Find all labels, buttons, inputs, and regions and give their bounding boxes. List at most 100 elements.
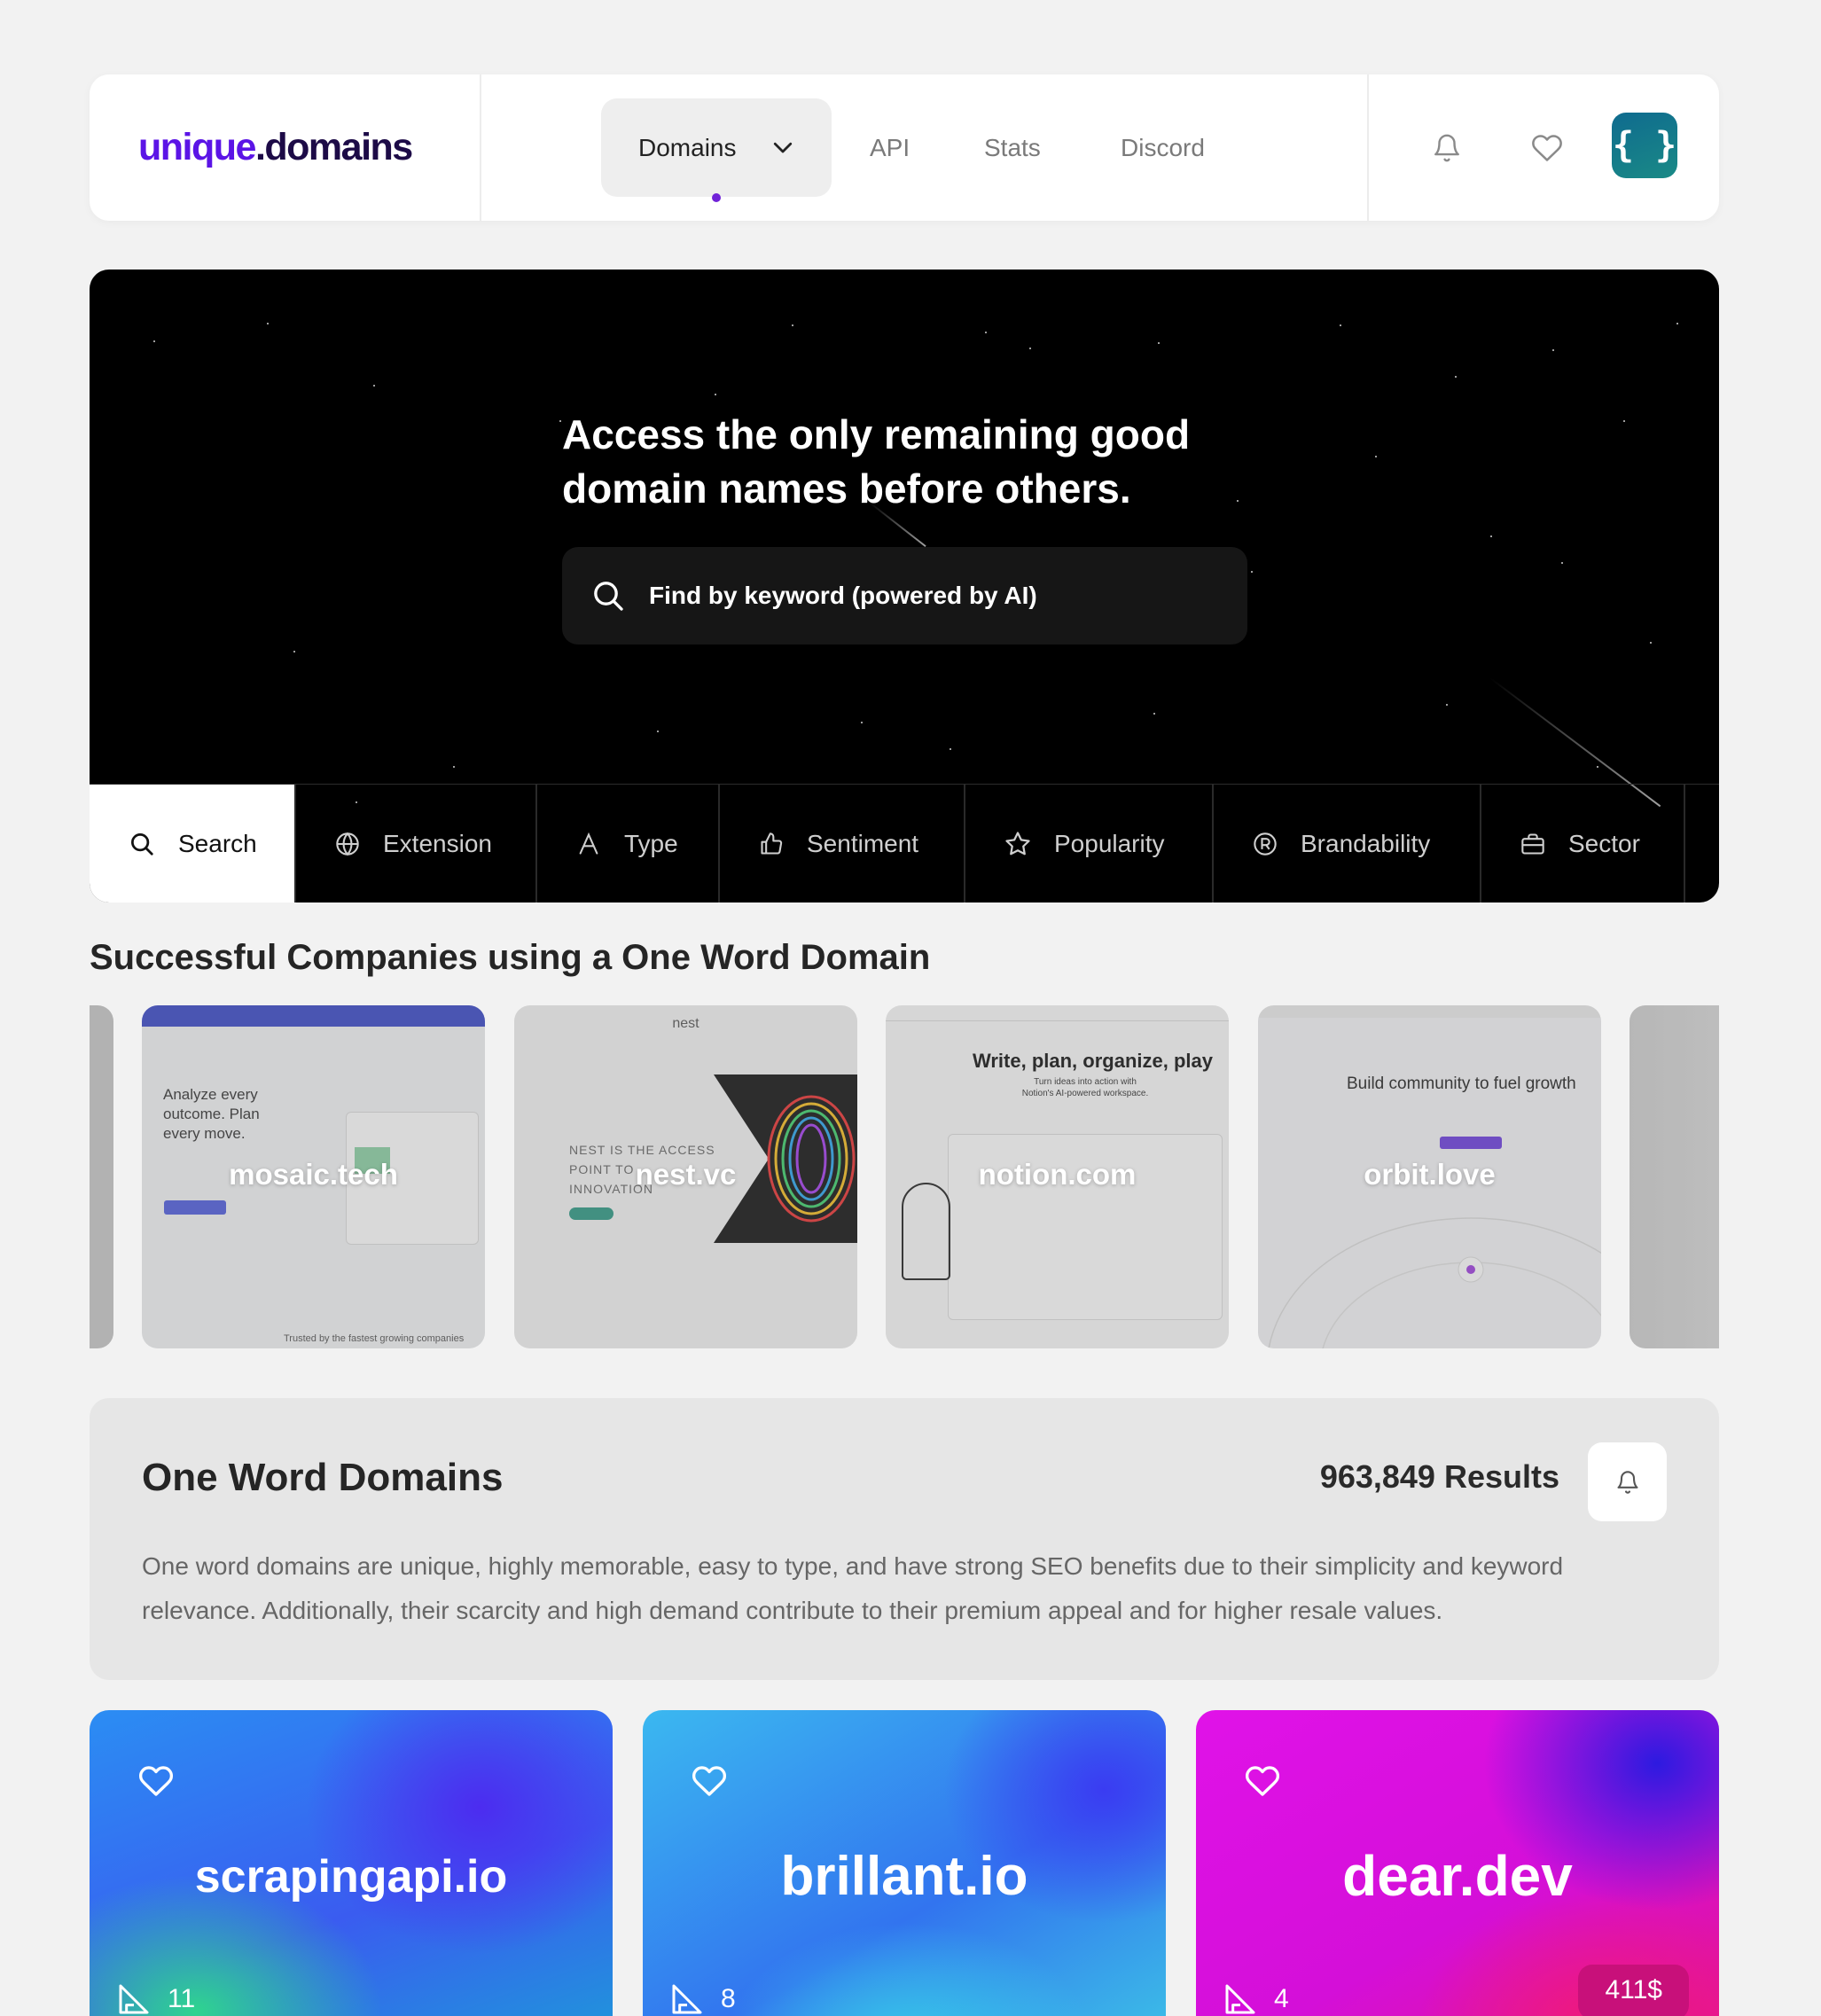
- heart-icon[interactable]: [1525, 126, 1569, 170]
- star: [1375, 456, 1377, 457]
- logo-part-unique: unique: [138, 126, 256, 168]
- star: [1561, 562, 1563, 564]
- tab-label: Brandability: [1301, 830, 1431, 857]
- heart-icon[interactable]: [692, 1763, 727, 1803]
- star: [1446, 704, 1448, 706]
- nav-divider: [1367, 74, 1369, 221]
- star: [1490, 535, 1492, 537]
- star: [1158, 342, 1160, 344]
- keyword-search-input[interactable]: Find by keyword (powered by AI): [562, 547, 1247, 645]
- star: [792, 324, 793, 326]
- tab-label: Extension: [383, 830, 492, 857]
- star: [1237, 500, 1239, 502]
- domain-name: dear.dev: [1342, 1844, 1573, 1908]
- nav-link-discord[interactable]: Discord: [1121, 74, 1205, 221]
- domain-card-scrapingapi[interactable]: scrapingapi.io 11: [90, 1710, 613, 2016]
- card-overlay: [1630, 1005, 1719, 1348]
- user-avatar[interactable]: { }: [1612, 113, 1677, 178]
- tab-type[interactable]: Type: [537, 785, 720, 903]
- one-word-domains-panel: One Word Domains 963,849 Results One wor…: [90, 1398, 1719, 1680]
- tab-extension[interactable]: Extension: [296, 785, 537, 903]
- chevron-down-icon: [770, 134, 796, 167]
- briefcase-icon: [1521, 833, 1544, 855]
- company-card-mosaic[interactable]: Analyze every outcome. Plan every move. …: [142, 1005, 485, 1348]
- companies-carousel[interactable]: Analyze every outcome. Plan every move. …: [90, 1005, 1719, 1349]
- tab-sector[interactable]: Sector: [1481, 785, 1685, 903]
- star: [1623, 420, 1625, 422]
- company-card-partial[interactable]: [1630, 1005, 1719, 1348]
- domains-menu-button[interactable]: Domains: [601, 98, 832, 202]
- tab-sentiment[interactable]: Sentiment: [720, 785, 965, 903]
- star: [657, 731, 659, 732]
- alert-button[interactable]: [1588, 1442, 1667, 1521]
- star: [715, 394, 716, 395]
- font-icon: [579, 832, 598, 855]
- bell-icon[interactable]: [1425, 126, 1469, 170]
- star: [1029, 348, 1031, 349]
- star: [1650, 642, 1652, 644]
- tab-label: Sector: [1568, 830, 1640, 857]
- company-name: mosaic.tech: [229, 1158, 398, 1191]
- ruler-icon: [1225, 1984, 1255, 2014]
- domain-length-value: 4: [1274, 1984, 1289, 2013]
- hero-headline: Access the only remaining good domain na…: [562, 411, 1191, 512]
- domain-length: 11: [116, 1981, 195, 2016]
- logo-part-domains: .domains: [254, 126, 413, 168]
- tab-label: Type: [624, 830, 678, 857]
- heart-icon[interactable]: [1245, 1763, 1280, 1803]
- company-card-orbit[interactable]: Build community to fuel growth orbit.lov…: [1258, 1005, 1601, 1348]
- star: [861, 722, 863, 723]
- domains-menu-label: Domains: [638, 133, 737, 161]
- domain-card-dear[interactable]: dear.dev 4 411$: [1196, 1710, 1719, 2016]
- tab-popularity[interactable]: Popularity: [965, 785, 1214, 903]
- top-navigation: unique .domains Domains API Stats Discord…: [90, 74, 1719, 221]
- search-icon: [131, 833, 153, 856]
- star: [373, 385, 375, 387]
- company-card-partial[interactable]: [90, 1005, 113, 1348]
- hero-banner: Access the only remaining good domain na…: [90, 270, 1719, 903]
- star: [1597, 766, 1598, 768]
- tab-label: Sentiment: [807, 830, 919, 857]
- filter-tabs: Search Extension Type Sentiment Populari…: [90, 784, 1719, 903]
- companies-section-title: Successful Companies using a One Word Do…: [90, 938, 931, 977]
- search-icon: [594, 582, 623, 611]
- star: [453, 766, 455, 768]
- registered-icon: [1254, 832, 1277, 856]
- tab-brandability[interactable]: Brandability: [1214, 785, 1481, 903]
- heart-icon[interactable]: [138, 1763, 174, 1803]
- star: [559, 420, 561, 422]
- globe-icon: [336, 832, 359, 856]
- active-indicator-dot: [712, 193, 721, 202]
- tab-label: Popularity: [1054, 830, 1165, 857]
- domain-card-brillant[interactable]: brillant.io 8: [643, 1710, 1166, 2016]
- tab-label: Search: [178, 830, 257, 857]
- nav-link-stats[interactable]: Stats: [984, 74, 1041, 221]
- star: [153, 340, 155, 342]
- site-logo[interactable]: unique .domains: [138, 74, 413, 221]
- company-name: nest.vc: [635, 1158, 737, 1191]
- thumbs-up-icon: [761, 832, 783, 855]
- star: [1251, 571, 1253, 573]
- card-overlay: [90, 1005, 113, 1348]
- star: [1340, 324, 1341, 326]
- domain-name: brillant.io: [780, 1846, 1028, 1907]
- price-badge: 411$: [1578, 1965, 1689, 2016]
- domain-length-value: 8: [721, 1984, 736, 2013]
- star: [985, 332, 987, 333]
- company-name: orbit.love: [1364, 1158, 1496, 1191]
- search-placeholder: Find by keyword (powered by AI): [649, 582, 1037, 609]
- ruler-icon: [672, 1984, 702, 2014]
- bell-icon: [1616, 1470, 1638, 1494]
- company-card-notion[interactable]: Write, plan, organize, play Turn ideas i…: [886, 1005, 1229, 1348]
- nav-link-api[interactable]: API: [870, 74, 910, 221]
- star: [267, 323, 269, 324]
- star: [1552, 349, 1554, 351]
- domain-length: 8: [669, 1981, 736, 2016]
- star-icon: [1005, 832, 1030, 856]
- star: [950, 748, 951, 750]
- domain-name: scrapingapi.io: [194, 1851, 508, 1903]
- company-card-nest[interactable]: nest NEST IS THE ACCESS POINT TO INNOVAT…: [514, 1005, 857, 1348]
- results-count: 963,849 Results: [1319, 1458, 1559, 1495]
- tab-search[interactable]: Search: [90, 785, 296, 903]
- star: [293, 651, 295, 652]
